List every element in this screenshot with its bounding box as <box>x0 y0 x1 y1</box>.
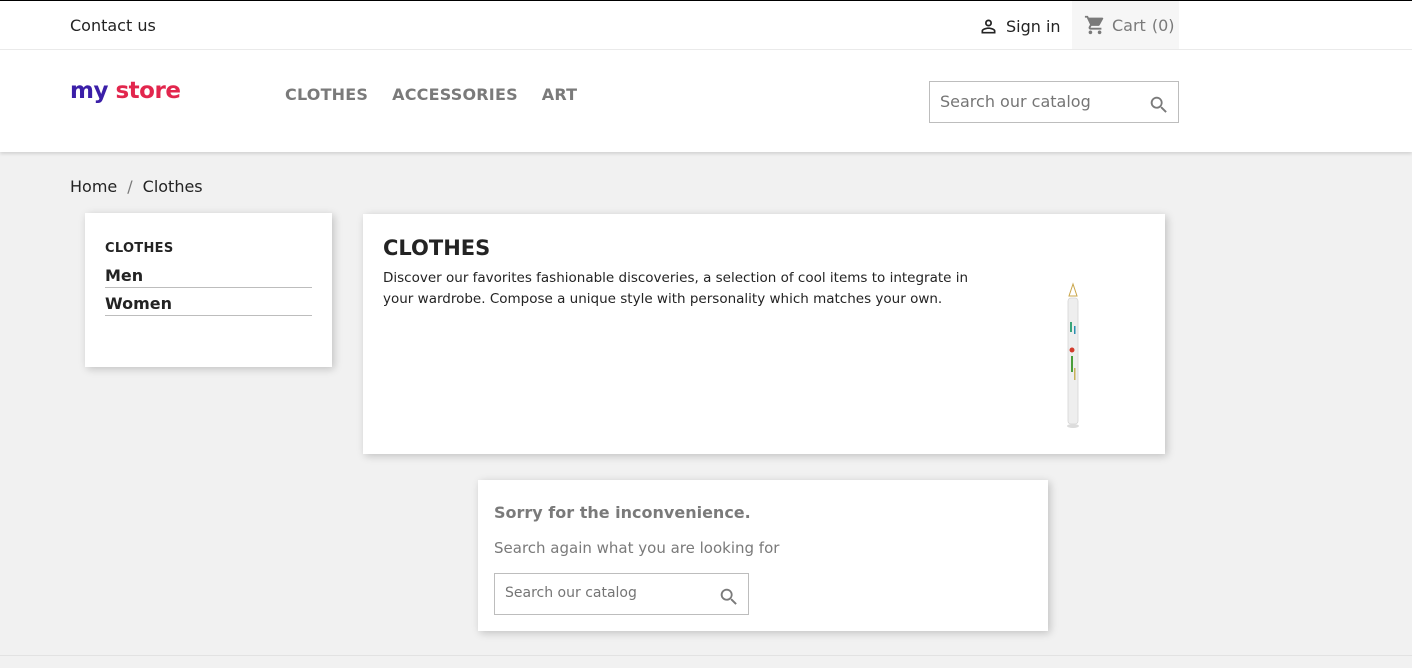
header-search-input[interactable] <box>940 92 1140 111</box>
not-found-message: Search again what you are looking for <box>494 539 780 557</box>
header-search <box>929 81 1179 123</box>
not-found-search-input[interactable] <box>505 585 705 601</box>
nav-item-art[interactable]: ART <box>542 85 578 104</box>
not-found-panel: Sorry for the inconvenience. Search agai… <box>478 480 1048 631</box>
main-header: my store CLOTHES ACCESSORIES ART <box>0 50 1412 152</box>
shopping-cart-icon <box>1084 15 1104 35</box>
footer-edge <box>0 655 1412 668</box>
breadcrumb: Home / Clothes <box>70 177 203 196</box>
not-found-title: Sorry for the inconvenience. <box>494 503 751 522</box>
main-nav: CLOTHES ACCESSORIES ART <box>285 85 577 104</box>
user-icon <box>981 19 996 34</box>
sidebar-item-women[interactable]: Women <box>105 294 312 316</box>
cart-label: Cart <box>1112 15 1146 35</box>
search-icon[interactable] <box>718 586 740 608</box>
cart-count: (0) <box>1151 15 1175 35</box>
search-icon[interactable] <box>1148 94 1170 116</box>
cart-button[interactable]: Cart (0) <box>1072 1 1179 49</box>
sidebar-item-men[interactable]: Men <box>105 266 312 288</box>
nav-item-accessories[interactable]: ACCESSORIES <box>392 85 518 104</box>
top-bar: Contact us Sign in Cart (0) <box>0 0 1412 50</box>
store-logo[interactable]: my store <box>70 78 181 104</box>
sign-in-label: Sign in <box>1006 17 1061 36</box>
category-sidebar: CLOTHES Men Women <box>85 213 332 367</box>
category-description: Discover our favorites fashionable disco… <box>383 270 969 307</box>
breadcrumb-separator: / <box>127 177 133 196</box>
category-title: CLOTHES <box>383 236 491 260</box>
logo-word-store: store <box>115 78 181 104</box>
logo-word-my: my <box>70 78 108 104</box>
breadcrumb-clothes[interactable]: Clothes <box>143 177 203 196</box>
clothes-hanger-image <box>1067 282 1079 428</box>
contact-us-link[interactable]: Contact us <box>70 16 156 35</box>
sign-in-link[interactable]: Sign in <box>978 16 1061 37</box>
nav-item-clothes[interactable]: CLOTHES <box>285 85 368 104</box>
category-block: CLOTHES Discover our favorites fashionab… <box>363 214 1165 454</box>
sidebar-title[interactable]: CLOTHES <box>105 241 312 256</box>
not-found-search <box>494 573 749 615</box>
breadcrumb-home[interactable]: Home <box>70 177 117 196</box>
